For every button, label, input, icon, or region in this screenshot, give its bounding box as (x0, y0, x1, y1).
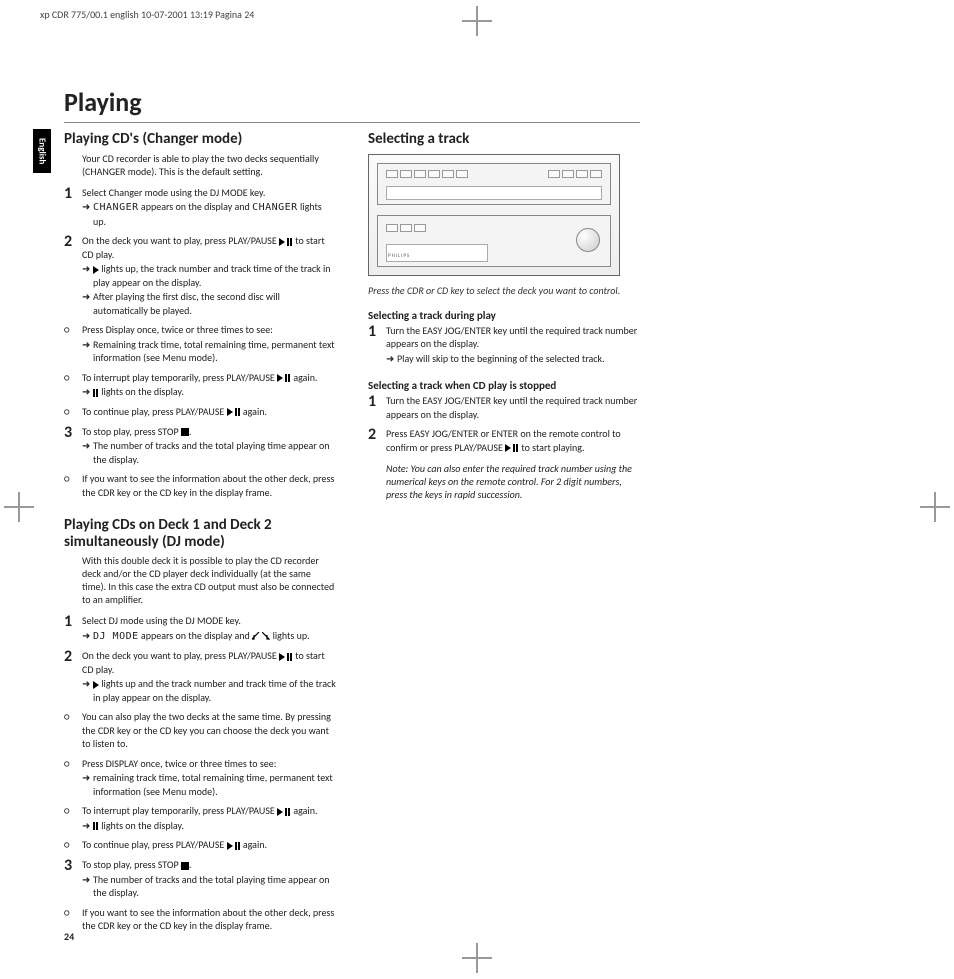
step-number: 3 (64, 425, 82, 467)
right-column: Selecting a track PHILIPS Press the CD (368, 131, 640, 939)
bullet-icon: ○ (64, 757, 82, 799)
bullet-icon: ○ (64, 371, 82, 399)
play-pause-icon (227, 842, 241, 850)
section-title-dj: Playing CDs on Deck 1 and Deck 2 simulta… (64, 517, 336, 550)
bullet-icon: ○ (64, 405, 82, 419)
step: 1 Turn the EASY JOG/ENTER key until the … (368, 394, 640, 421)
brand-label: PHILIPS (388, 253, 410, 259)
result-arrow-icon: ➜ (82, 262, 93, 289)
result-arrow-icon: ➜ (82, 873, 93, 900)
page-title: Playing (64, 86, 790, 118)
bullet-icon: ○ (64, 906, 82, 933)
step-body: Select Changer mode using the DJ MODE ke… (82, 186, 336, 229)
bullet-icon: ○ (64, 323, 82, 365)
result-arrow-icon: ➜ (82, 439, 93, 466)
bullet-icon: ○ (64, 804, 82, 832)
crop-mark-left (4, 492, 34, 522)
language-tab: English (33, 129, 51, 173)
optional-step: ○ To interrupt play temporarily, press P… (64, 804, 336, 832)
section-title-select: Selecting a track (368, 131, 640, 148)
step-number: 2 (64, 649, 82, 704)
result-arrow-icon: ➜ (82, 771, 93, 798)
step: 1 Turn the EASY JOG/ENTER key until the … (368, 324, 640, 366)
intro-dj: With this double deck it is possible to … (82, 554, 336, 606)
crop-mark-top (462, 6, 492, 36)
optional-step: ○ Press DISPLAY once, twice or three tim… (64, 757, 336, 799)
step-number: 2 (368, 427, 386, 454)
page-number: 24 (64, 930, 74, 943)
result-arrow-icon: ➜ (82, 629, 93, 644)
step-number: 1 (368, 324, 386, 366)
optional-step: ○ To interrupt play temporarily, press P… (64, 371, 336, 399)
step: 2 Press EASY JOG/ENTER or ENTER on the r… (368, 427, 640, 454)
step: 2 On the deck you want to play, press PL… (64, 649, 336, 704)
optional-step: ○ To continue play, press PLAY/PAUSE aga… (64, 405, 336, 419)
result-arrow-icon: ➜ (82, 819, 93, 833)
step-number: 3 (64, 858, 82, 900)
subheading: Selecting a track during play (368, 309, 640, 322)
step: 3 To stop play, press STOP . ➜The number… (64, 858, 336, 900)
stop-icon (181, 862, 189, 870)
title-rule (64, 122, 640, 123)
figure-caption: Press the CDR or CD key to select the de… (368, 284, 640, 297)
result-arrow-icon: ➜ (82, 385, 93, 399)
device-illustration: PHILIPS (368, 154, 620, 276)
bullet-icon: ○ (64, 838, 82, 852)
section-title-changer: Playing CD's (Changer mode) (64, 131, 336, 148)
result-arrow-icon: ➜ (82, 338, 93, 365)
play-pause-icon (505, 444, 519, 452)
result-arrow-icon: ➜ (82, 200, 93, 228)
manual-page: xp CDR 775/00.1 english 10-07-2001 13:19… (0, 0, 954, 979)
step: 2 On the deck you want to play, press PL… (64, 234, 336, 317)
intro-changer: Your CD recorder is able to play the two… (82, 152, 336, 178)
step: 3 To stop play, press STOP . ➜The number… (64, 425, 336, 467)
optional-step: ○ You can also play the two decks at the… (64, 710, 336, 751)
play-pause-icon (277, 374, 291, 382)
result-arrow-icon: ➜ (82, 677, 93, 704)
step-body: On the deck you want to play, press PLAY… (82, 234, 336, 317)
left-column: Playing CD's (Changer mode) Your CD reco… (64, 131, 336, 939)
crop-mark-bottom (462, 943, 492, 973)
optional-step: ○ Press Display once, twice or three tim… (64, 323, 336, 365)
optional-step: ○ If you want to see the information abo… (64, 472, 336, 499)
result-arrow-icon: ➜ (82, 290, 93, 317)
dj-left-icon (252, 632, 260, 640)
step: 1 Select Changer mode using the DJ MODE … (64, 186, 336, 229)
page-content: Playing Playing CD's (Changer mode) Your… (64, 86, 790, 939)
stop-icon (181, 428, 189, 436)
step-number: 1 (64, 614, 82, 643)
result-arrow-icon: ➜ (386, 352, 397, 366)
play-pause-icon (227, 408, 241, 416)
play-pause-icon (277, 808, 291, 816)
note-text: Note: You can also enter the required tr… (386, 462, 640, 501)
bullet-icon: ○ (64, 472, 82, 499)
crop-mark-right (920, 492, 950, 522)
play-pause-icon (279, 238, 293, 246)
optional-step: ○ If you want to see the information abo… (64, 906, 336, 933)
step: 1 Select DJ mode using the DJ MODE key. … (64, 614, 336, 643)
print-header: xp CDR 775/00.1 english 10-07-2001 13:19… (40, 8, 254, 21)
optional-step: ○ To continue play, press PLAY/PAUSE aga… (64, 838, 336, 852)
play-pause-icon (279, 653, 293, 661)
step-number: 1 (368, 394, 386, 421)
step-number: 1 (64, 186, 82, 229)
bullet-icon: ○ (64, 710, 82, 751)
step-number: 2 (64, 234, 82, 317)
subheading: Selecting a track when CD play is stoppe… (368, 379, 640, 392)
